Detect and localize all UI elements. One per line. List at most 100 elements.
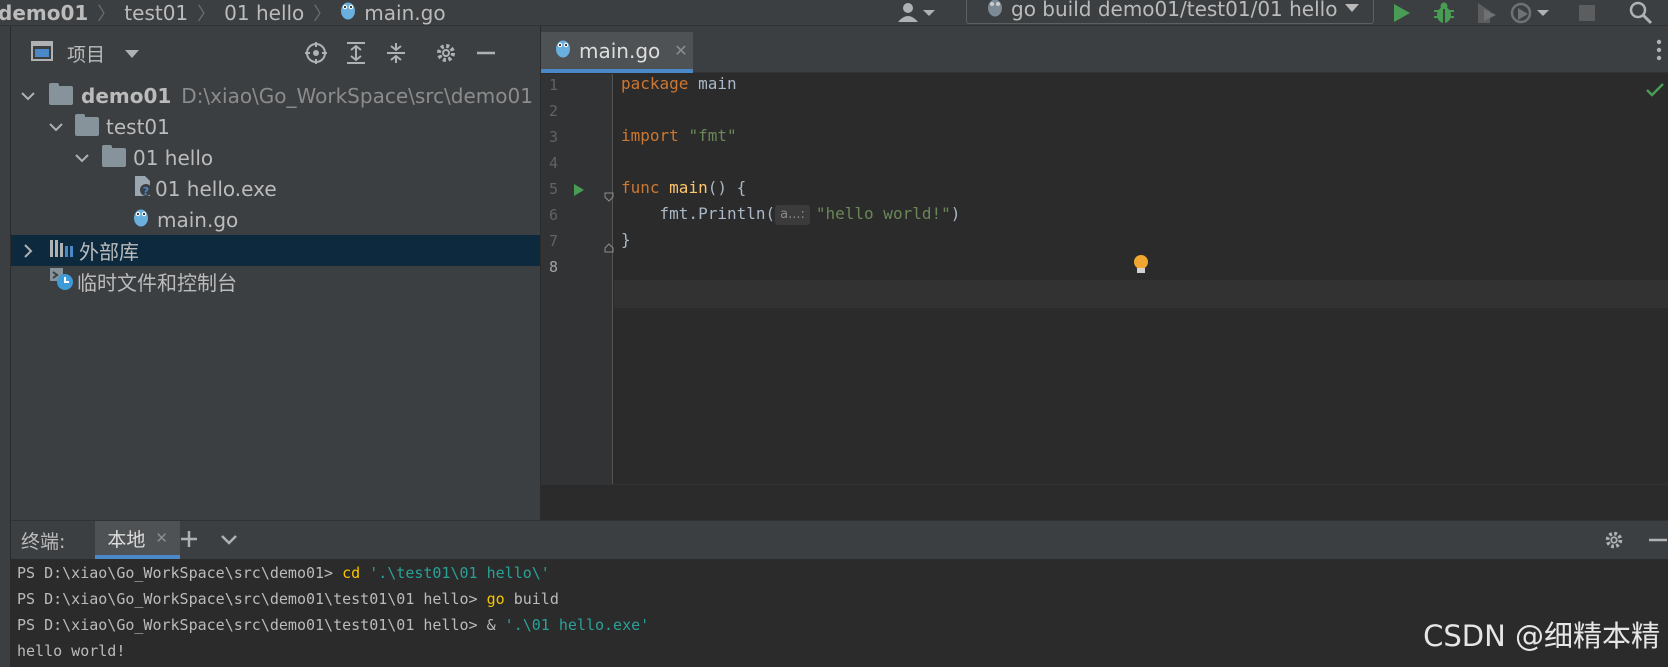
tree-item-test01[interactable]: test01: [11, 111, 540, 142]
close-icon[interactable]: ✕: [674, 41, 687, 60]
breadcrumb-01-hello[interactable]: 01 hello: [224, 1, 304, 25]
add-icon[interactable]: [179, 529, 199, 555]
profile-icon[interactable]: [1510, 0, 1550, 26]
gear-icon[interactable]: [1603, 529, 1625, 557]
line-number: 8: [549, 258, 559, 276]
locate-icon[interactable]: [303, 40, 329, 66]
folder-icon: [49, 83, 73, 105]
project-panel-title: 项目: [67, 43, 106, 66]
project-view-selector[interactable]: 项目: [31, 40, 140, 67]
terminal-header: 终端: 本地 ✕: [11, 521, 1668, 559]
chevron-down-icon[interactable]: [21, 84, 35, 108]
tree-item-label: 外部库: [79, 240, 139, 264]
debug-icon[interactable]: [1432, 0, 1456, 26]
tree-item-label: test01: [106, 114, 170, 139]
terminal-label: 终端:: [21, 530, 66, 553]
tree-item-demo01[interactable]: demo01 D:\xiao\Go_WorkSpace\src\demo01: [11, 80, 540, 111]
close-icon[interactable]: ✕: [155, 529, 168, 547]
collapse-all-icon[interactable]: [383, 40, 409, 66]
tree-item-label: 01 hello: [133, 145, 214, 170]
folder-icon: [102, 145, 126, 167]
breadcrumb-demo01[interactable]: demo01: [0, 1, 88, 25]
tree-item-scratches-consoles[interactable]: 临时文件和控制台: [11, 266, 540, 297]
library-icon: [49, 238, 73, 263]
fold-icon[interactable]: [604, 238, 614, 257]
expand-all-icon[interactable]: [343, 40, 369, 66]
code-line-7: }: [621, 230, 631, 249]
fold-icon[interactable]: [604, 187, 614, 206]
terminal-line: PS D:\xiao\Go_WorkSpace\src\demo01> cd '…: [17, 564, 550, 582]
run-gutter-icon[interactable]: [573, 182, 585, 201]
line-number: 3: [549, 128, 559, 146]
terminal-line: PS D:\xiao\Go_WorkSpace\src\demo01\test0…: [17, 616, 650, 634]
line-number-gutter: 1 2 3 4 5 6 7 8: [541, 74, 614, 484]
checkmark-icon: [1646, 82, 1664, 101]
code-line-3: import "fmt": [621, 126, 737, 145]
line-number: 7: [549, 232, 559, 250]
tab-main-go[interactable]: main.go ✕: [541, 32, 693, 73]
breadcrumb-main-go[interactable]: main.go: [364, 1, 445, 25]
scratches-icon: [49, 267, 75, 296]
chevron-right-icon[interactable]: [21, 239, 35, 263]
line-number: 2: [549, 102, 559, 120]
tree-item-path-hint: D:\xiao\Go_WorkSpace\src\demo01: [181, 83, 533, 108]
chevron-down-icon: [1345, 4, 1359, 12]
tree-item-label: 临时文件和控制台: [77, 271, 237, 295]
folder-icon: [75, 114, 99, 136]
code-line-6: fmt.Println(a...: "hello world!"): [659, 204, 961, 225]
run-with-coverage-icon[interactable]: [1474, 0, 1498, 26]
current-line-highlight: [614, 280, 1668, 308]
search-icon[interactable]: [1628, 0, 1654, 26]
tree-item-01-hello-exe[interactable]: ? 01 hello.exe: [11, 173, 540, 204]
navigation-bar: demo01 〉 test01 〉 01 hello 〉 main.go go …: [0, 0, 1668, 26]
chevron-down-icon[interactable]: [219, 529, 239, 555]
chevron-down-icon: [125, 42, 140, 64]
line-number: 5: [549, 180, 559, 198]
parameter-hint: a...:: [775, 204, 810, 225]
gear-icon[interactable]: [433, 40, 459, 66]
run-configuration-label: go build demo01/test01/01 hello: [1011, 0, 1338, 21]
lightbulb-icon[interactable]: [1133, 254, 1149, 280]
breadcrumb-separator: 〉: [313, 3, 332, 25]
project-tree: demo01 D:\xiao\Go_WorkSpace\src\demo01 t…: [11, 80, 540, 297]
tab-local-terminal[interactable]: 本地 ✕: [95, 521, 180, 559]
project-tool-window: 项目 demo01 D:\xiao\Go_WorkSpace\src\demo0…: [11, 26, 540, 520]
stop-icon[interactable]: [1578, 0, 1596, 26]
tree-item-label: demo01: [81, 83, 172, 108]
terminal-tool-window: 终端: 本地 ✕ PS D:\xiao\Go_WorkSpace\src\dem…: [11, 520, 1668, 667]
tree-item-main-go[interactable]: main.go: [11, 204, 540, 235]
run-configuration-selector[interactable]: go build demo01/test01/01 hello: [966, 0, 1374, 24]
run-icon[interactable]: [1392, 0, 1412, 26]
unknown-file-icon: ?: [133, 175, 153, 202]
line-number: 6: [549, 206, 559, 224]
tab-label: 本地: [107, 528, 146, 551]
code-line-1: package main: [621, 74, 737, 93]
go-file-icon: [555, 38, 571, 63]
go-build-icon: [987, 0, 1003, 22]
tool-window-stripe: [0, 26, 11, 667]
svg-text:?: ?: [143, 185, 149, 197]
line-number: 1: [549, 76, 559, 94]
tree-item-01-hello[interactable]: 01 hello: [11, 142, 540, 173]
go-file-icon: [133, 207, 149, 232]
project-panel-header: 项目: [11, 26, 540, 80]
tree-item-label: 01 hello.exe: [155, 176, 277, 201]
chevron-down-icon[interactable]: [49, 115, 63, 139]
tab-label: main.go: [579, 38, 661, 63]
chevron-down-icon[interactable]: [75, 146, 89, 170]
project-view-icon: [31, 40, 53, 66]
terminal-line: PS D:\xiao\Go_WorkSpace\src\demo01\test0…: [17, 590, 559, 608]
breadcrumb-separator: 〉: [97, 3, 116, 25]
breadcrumb-separator: 〉: [197, 3, 216, 25]
terminal-line: hello world!: [17, 642, 126, 660]
user-icon[interactable]: [896, 0, 936, 26]
breadcrumb-test01[interactable]: test01: [124, 1, 188, 25]
more-options-icon[interactable]: [1656, 38, 1662, 66]
tree-item-external-libraries[interactable]: 外部库: [11, 235, 540, 266]
minimize-icon[interactable]: [473, 40, 499, 66]
editor-footer: [541, 484, 1668, 520]
tree-item-label: main.go: [157, 207, 239, 232]
minimize-icon[interactable]: [1647, 529, 1668, 557]
code-line-5: func main() {: [621, 178, 747, 197]
go-file-icon: [340, 0, 356, 25]
